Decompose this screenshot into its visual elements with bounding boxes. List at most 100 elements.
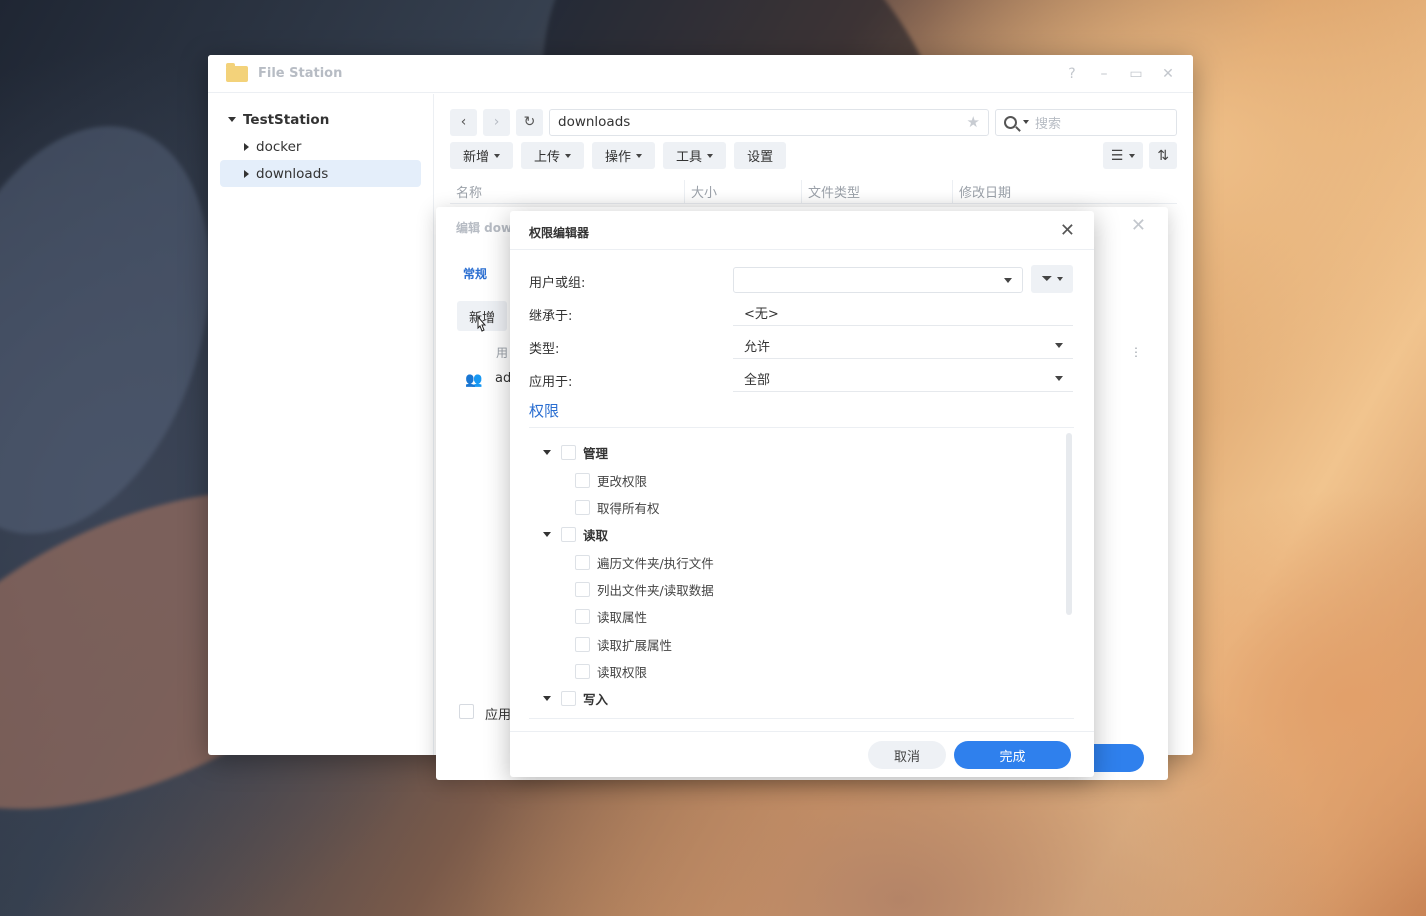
permission-group-write[interactable]: 写入 bbox=[529, 688, 829, 708]
inherit-label: 继承于: bbox=[529, 309, 573, 324]
chevron-down-icon bbox=[494, 153, 501, 158]
permission-item[interactable]: 更改权限 bbox=[575, 470, 647, 490]
create-button[interactable]: 新增 bbox=[450, 142, 514, 169]
refresh-button[interactable]: ↻ bbox=[516, 108, 543, 136]
path-field[interactable]: downloads ★ bbox=[549, 108, 989, 136]
permission-item[interactable]: 读取扩展属性 bbox=[575, 634, 672, 654]
settings-button[interactable]: 设置 bbox=[734, 142, 787, 169]
upload-button[interactable]: 上传 bbox=[521, 142, 585, 169]
expand-arrow-icon[interactable] bbox=[228, 117, 236, 122]
inherit-value: <无> bbox=[733, 300, 1073, 326]
list-view-icon: ☰ bbox=[1110, 147, 1124, 164]
chevron-down-icon[interactable] bbox=[1023, 120, 1029, 124]
folder-app-icon bbox=[226, 62, 248, 82]
column-type[interactable]: 文件类型 bbox=[802, 180, 953, 203]
permission-checkbox[interactable] bbox=[575, 472, 590, 488]
tab-general[interactable]: 常规 bbox=[463, 265, 487, 282]
permission-checkbox[interactable] bbox=[575, 608, 590, 624]
filter-button[interactable]: ⏷ bbox=[1031, 265, 1073, 293]
column-size[interactable]: 大小 bbox=[685, 180, 802, 203]
permission-item[interactable]: 读取权限 bbox=[575, 661, 647, 681]
window-title: File Station bbox=[258, 66, 343, 81]
user-column-header: 用 bbox=[496, 346, 509, 360]
chevron-down-icon bbox=[1055, 343, 1063, 348]
forward-button[interactable]: › bbox=[483, 108, 510, 136]
user-group-icon: 👥 bbox=[465, 372, 483, 388]
tree-item-downloads[interactable]: downloads bbox=[220, 160, 421, 187]
apply-to-select[interactable]: 全部 bbox=[733, 366, 1073, 392]
tree-item-label: docker bbox=[256, 138, 302, 155]
action-button[interactable]: 操作 bbox=[592, 142, 656, 169]
permission-checkbox[interactable] bbox=[561, 690, 576, 706]
tree-scrollbar[interactable] bbox=[1066, 433, 1072, 615]
permission-item[interactable]: 列出文件夹/读取数据 bbox=[575, 579, 714, 599]
file-list-header: 名称 大小 文件类型 修改日期 bbox=[450, 180, 1177, 204]
mouse-pointer-icon bbox=[477, 316, 487, 332]
permission-tree: 管理 更改权限 取得所有权 读取 遍历文件夹/执行文件 列出文件夹/读取数据 读… bbox=[529, 427, 1074, 719]
minimize-icon[interactable]: – bbox=[1097, 66, 1111, 82]
expand-arrow-icon[interactable] bbox=[543, 695, 551, 701]
maximize-icon[interactable]: ▭ bbox=[1129, 66, 1143, 82]
permission-checkbox[interactable] bbox=[561, 526, 576, 542]
apply-label: 应用 bbox=[485, 708, 512, 723]
edit-dialog-title: 编辑 dow bbox=[456, 221, 513, 235]
permission-item[interactable]: 遍历文件夹/执行文件 bbox=[575, 552, 714, 572]
dialog-title: 权限编辑器 bbox=[529, 226, 590, 240]
permission-checkbox[interactable] bbox=[575, 636, 590, 652]
user-or-group-label: 用户或组: bbox=[529, 276, 586, 291]
dialog-footer: 取消 完成 bbox=[510, 731, 1094, 777]
chevron-down-icon bbox=[1055, 376, 1063, 381]
collapse-arrow-icon[interactable] bbox=[244, 142, 249, 151]
tree-item-docker[interactable]: docker bbox=[220, 133, 421, 160]
sort-button[interactable]: ⇅ bbox=[1149, 142, 1177, 169]
tree-root-label: TestStation bbox=[243, 111, 330, 128]
permission-checkbox[interactable] bbox=[575, 581, 590, 597]
view-mode-button[interactable]: ☰ bbox=[1102, 142, 1144, 169]
permission-checkbox[interactable] bbox=[575, 554, 590, 570]
folder-tree: TestStation docker downloads bbox=[208, 94, 434, 755]
permission-item[interactable]: 取得所有权 bbox=[575, 497, 660, 517]
help-icon[interactable]: ? bbox=[1065, 66, 1079, 82]
search-icon[interactable] bbox=[1004, 115, 1017, 129]
chevron-down-icon bbox=[565, 153, 572, 158]
back-button[interactable]: ‹ bbox=[450, 108, 477, 136]
tree-root-teststation[interactable]: TestStation bbox=[220, 106, 421, 133]
star-icon[interactable]: ★ bbox=[967, 113, 980, 131]
close-icon[interactable]: ✕ bbox=[1131, 215, 1146, 236]
collapse-arrow-icon[interactable] bbox=[244, 169, 249, 178]
close-icon[interactable]: ✕ bbox=[1161, 66, 1175, 82]
column-name[interactable]: 名称 bbox=[450, 180, 685, 203]
chevron-down-icon bbox=[1056, 277, 1063, 281]
tools-button[interactable]: 工具 bbox=[663, 142, 727, 169]
permission-editor-dialog: 权限编辑器 ✕ 用户或组: ⏷ 继承于: <无> 类型: 允许 应用于: 全部 … bbox=[510, 211, 1094, 777]
permission-checkbox[interactable] bbox=[561, 444, 576, 460]
expand-arrow-icon[interactable] bbox=[543, 531, 551, 537]
column-menu-icon[interactable]: ⋮ bbox=[1130, 345, 1142, 359]
chevron-down-icon bbox=[636, 153, 643, 158]
permission-item[interactable]: 读取属性 bbox=[575, 606, 647, 626]
search-placeholder: 搜索 bbox=[1035, 116, 1062, 132]
permission-checkbox[interactable] bbox=[575, 499, 590, 515]
filter-icon: ⏷ bbox=[1041, 271, 1053, 287]
column-modified[interactable]: 修改日期 bbox=[953, 180, 1177, 203]
type-select[interactable]: 允许 bbox=[733, 333, 1073, 359]
expand-arrow-icon[interactable] bbox=[543, 449, 551, 455]
permission-row-user[interactable]: ad bbox=[495, 371, 511, 386]
apply-checkbox[interactable] bbox=[459, 704, 474, 719]
sort-icon: ⇅ bbox=[1157, 147, 1169, 164]
cancel-button[interactable]: 取消 bbox=[868, 741, 946, 769]
permission-checkbox[interactable] bbox=[575, 663, 590, 679]
window-titlebar[interactable]: File Station ? – ▭ ✕ bbox=[208, 55, 1193, 93]
permission-group-read[interactable]: 读取 bbox=[529, 524, 829, 544]
permissions-section-title: 权限 bbox=[529, 402, 560, 420]
apply-to-label: 应用于: bbox=[529, 375, 573, 390]
chevron-down-icon bbox=[1129, 153, 1136, 158]
tree-item-label: downloads bbox=[256, 165, 329, 182]
path-text: downloads bbox=[558, 114, 631, 130]
chevron-down-icon bbox=[707, 153, 714, 158]
user-or-group-select[interactable] bbox=[733, 267, 1023, 293]
close-icon[interactable]: ✕ bbox=[1060, 220, 1075, 241]
search-input[interactable]: 搜索 bbox=[995, 108, 1177, 136]
done-button[interactable]: 完成 bbox=[954, 741, 1071, 769]
permission-group-manage[interactable]: 管理 bbox=[529, 442, 829, 462]
